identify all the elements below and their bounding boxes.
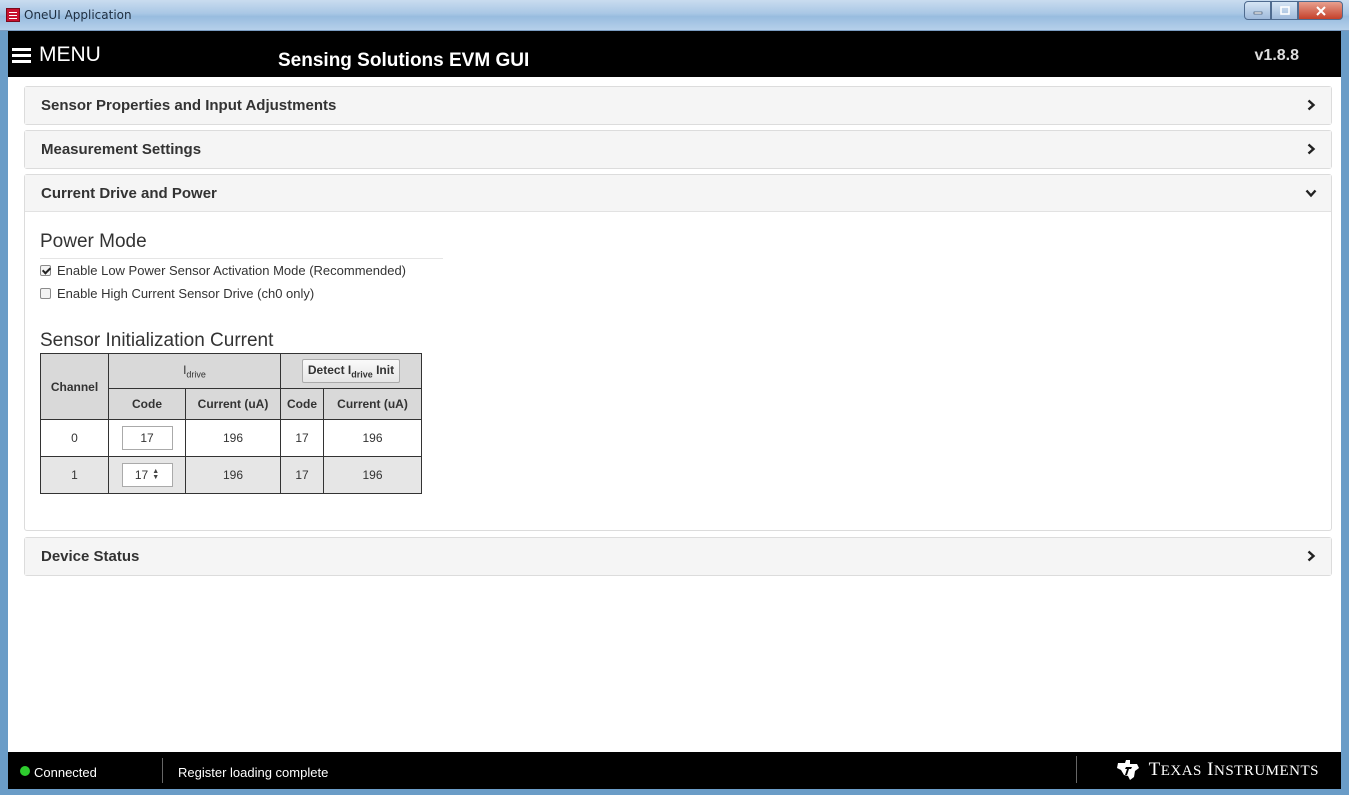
hamburger-icon — [12, 47, 31, 63]
maximize-icon — [1279, 6, 1290, 15]
connection-status-icon — [20, 766, 30, 776]
panel-title: Measurement Settings — [41, 141, 202, 158]
panel-title: Sensor Properties and Input Adjustments — [41, 97, 337, 114]
high-current-drive-checkbox[interactable] — [40, 288, 51, 299]
table-header-row: Channel Idrive Detect Idrive Init — [40, 353, 422, 420]
low-power-mode-option[interactable]: Enable Low Power Sensor Activation Mode … — [40, 263, 406, 278]
panel-measurement-settings: Measurement Settings — [24, 130, 1332, 169]
window-title: OneUI Application — [24, 8, 132, 22]
panel-header-measurement-settings[interactable]: Measurement Settings — [25, 131, 1331, 168]
detect-code-header: Code — [280, 388, 324, 420]
app-icon — [6, 8, 20, 22]
detect-code-cell: 17 — [280, 419, 324, 457]
panel-header-current-drive-power[interactable]: Current Drive and Power — [25, 175, 1331, 212]
connection-status-label: Connected — [34, 765, 97, 780]
menu-label: MENU — [39, 43, 101, 66]
code-input[interactable]: 17 — [121, 426, 173, 450]
detect-current-header: Current (uA) — [323, 388, 422, 420]
minimize-icon — [1253, 11, 1262, 14]
detect-current-cell: 196 — [323, 419, 422, 457]
channel-cell: 1 — [40, 456, 109, 494]
window-controls — [1244, 1, 1343, 20]
divider — [162, 758, 163, 783]
divider — [1076, 756, 1077, 783]
panel-header-device-status[interactable]: Device Status — [25, 538, 1331, 575]
chevron-right-icon — [1307, 550, 1316, 562]
texas-instruments-icon — [1116, 760, 1139, 780]
app-client-area: MENU Sensing Solutions EVM GUI v1.8.8 Se… — [8, 31, 1341, 789]
chevron-right-icon — [1307, 143, 1316, 155]
panel-title: Device Status — [41, 548, 140, 565]
brand-name: TEXAS INSTRUMENTS — [1148, 759, 1319, 780]
code-cell: 17 ▲ ▼ — [108, 456, 186, 494]
current-cell: 196 — [185, 456, 281, 494]
panel-title: Current Drive and Power — [41, 184, 217, 202]
panel-device-status: Device Status — [24, 537, 1332, 576]
channel-header: Channel — [40, 353, 109, 420]
chevron-right-icon — [1307, 99, 1316, 111]
close-icon — [1315, 5, 1326, 16]
spinner-arrows-icon[interactable]: ▲ ▼ — [152, 468, 159, 481]
channel-cell: 0 — [40, 419, 109, 457]
power-mode-title: Power Mode — [40, 231, 147, 252]
app-title: Sensing Solutions EVM GUI — [278, 50, 530, 71]
detect-code-cell: 17 — [280, 456, 324, 494]
status-message: Register loading complete — [178, 765, 329, 780]
sensor-init-title: Sensor Initialization Current — [40, 330, 274, 351]
version-label: v1.8.8 — [1254, 47, 1299, 64]
status-bar: Connected Register loading complete TEXA… — [8, 752, 1341, 789]
menu-button[interactable]: MENU — [12, 43, 101, 67]
detect-header: Detect Idrive Init — [280, 353, 422, 389]
detect-idrive-init-button[interactable]: Detect Idrive Init — [301, 358, 401, 384]
panel-header-sensor-properties[interactable]: Sensor Properties and Input Adjustments — [25, 87, 1331, 124]
low-power-mode-checkbox[interactable] — [40, 265, 51, 276]
window-frame-left — [0, 31, 8, 795]
idrive-header: Idrive — [108, 353, 281, 389]
maximize-button[interactable] — [1271, 1, 1298, 20]
window-frame-right — [1341, 31, 1349, 795]
app-header: MENU Sensing Solutions EVM GUI v1.8.8 — [8, 31, 1341, 77]
current-cell: 196 — [185, 419, 281, 457]
window-titlebar: OneUI Application — [0, 0, 1349, 31]
high-current-drive-option[interactable]: Enable High Current Sensor Drive (ch0 on… — [40, 286, 314, 301]
code-header: Code — [108, 388, 186, 420]
high-current-drive-label: Enable High Current Sensor Drive (ch0 on… — [57, 286, 315, 301]
panel-current-drive-power: Current Drive and Power Power Mode Enabl… — [24, 174, 1332, 531]
close-button[interactable] — [1298, 1, 1343, 20]
texas-instruments-logo: TEXAS INSTRUMENTS — [1115, 759, 1319, 781]
code-stepper[interactable]: 17 ▲ ▼ — [121, 463, 173, 487]
table-row: 1 17 ▲ ▼ 196 17 196 — [40, 456, 422, 494]
current-header: Current (uA) — [185, 388, 281, 420]
minimize-button[interactable] — [1244, 1, 1271, 20]
code-cell: 17 — [108, 419, 186, 457]
chevron-down-icon — [1305, 189, 1317, 198]
table-row: 0 17 196 17 196 — [40, 419, 422, 457]
sensor-init-table: Channel Idrive Detect Idrive Init Code C… — [40, 353, 422, 494]
low-power-mode-label: Enable Low Power Sensor Activation Mode … — [57, 263, 407, 278]
divider — [40, 258, 443, 259]
panel-sensor-properties: Sensor Properties and Input Adjustments — [24, 86, 1332, 125]
detect-current-cell: 196 — [323, 456, 422, 494]
